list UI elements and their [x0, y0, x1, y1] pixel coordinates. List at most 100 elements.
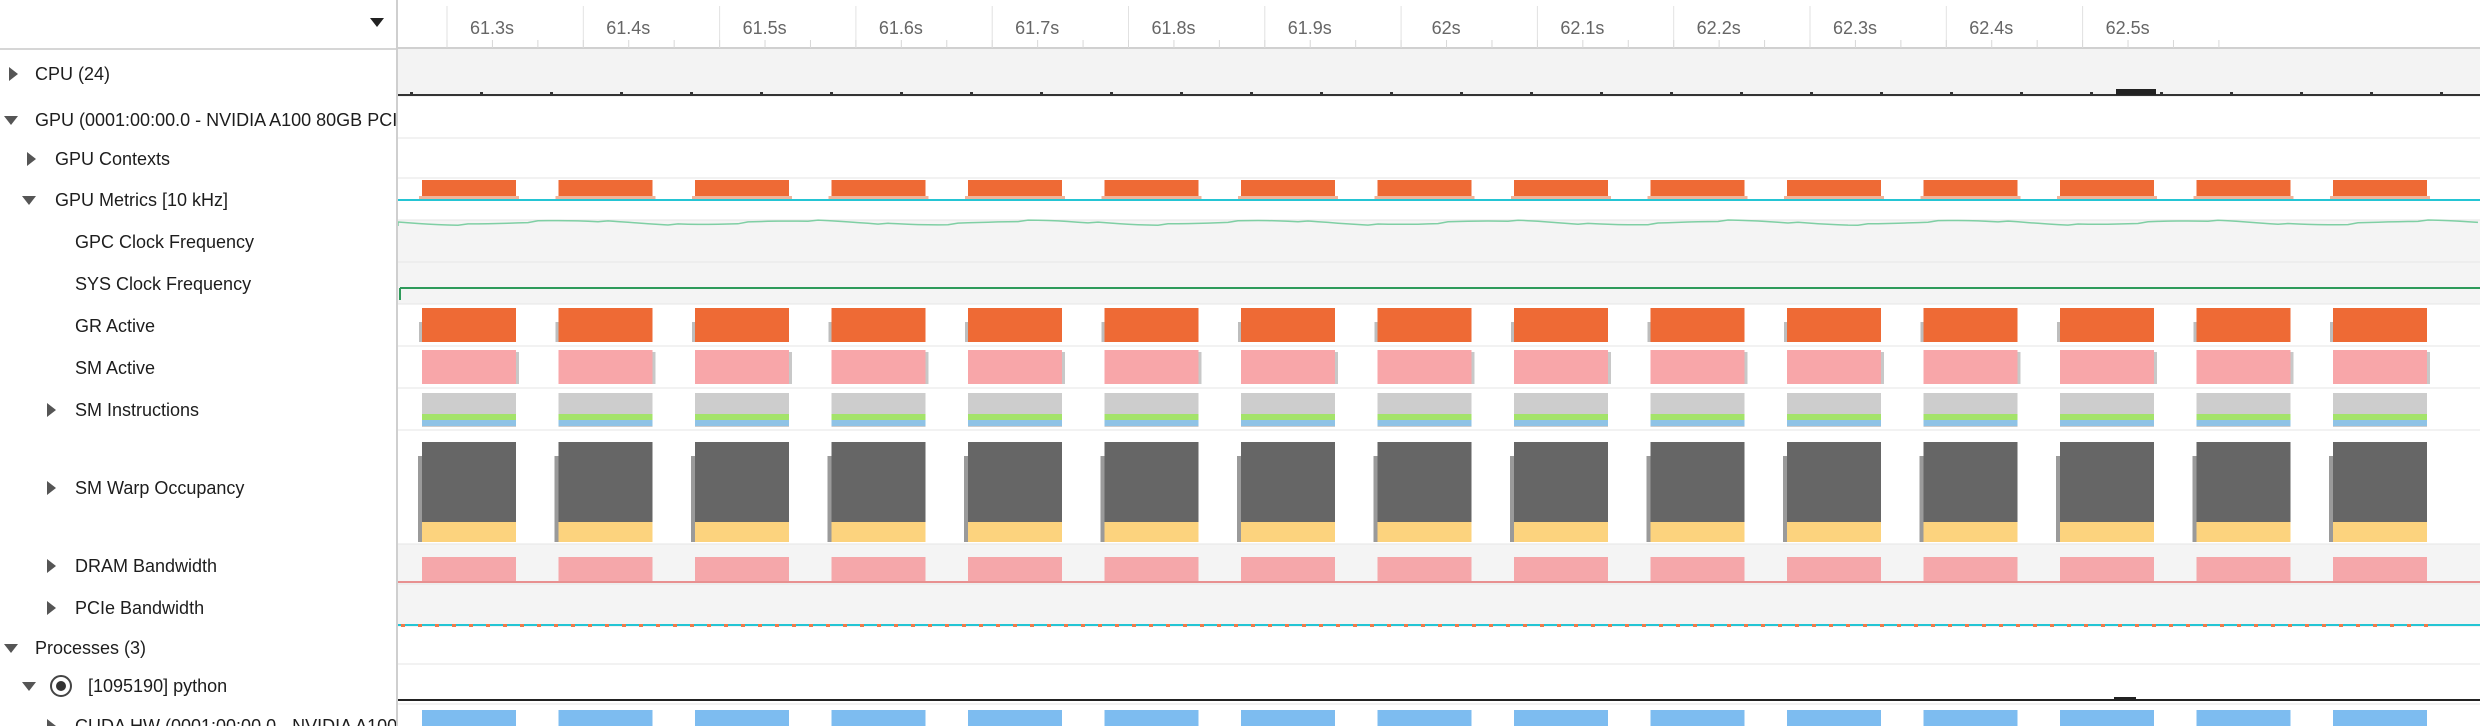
gr-active-bar: [1923, 308, 2018, 342]
lane-background: [398, 220, 2480, 262]
pcie-spike: [2118, 624, 2122, 627]
pcie-spike: [1030, 624, 1034, 627]
collapse-icon[interactable]: [22, 193, 36, 207]
expand-icon[interactable]: [44, 481, 58, 495]
gr-active-edge: [419, 322, 422, 342]
warp-yellow-bar: [1650, 522, 1745, 542]
sm-instr-green: [831, 414, 926, 420]
gr-active-bar: [1787, 308, 1881, 342]
tree-row-gpu[interactable]: GPU (0001:00:00.0 - NVIDIA A100 80GB PCI…: [0, 108, 396, 132]
sm-instr-green: [1923, 414, 2018, 420]
dram-bar: [1787, 557, 1881, 581]
tree-row-gr-active[interactable]: GR Active: [0, 314, 396, 338]
collapse-icon[interactable]: [4, 641, 18, 655]
sm-instr-green: [2060, 414, 2154, 420]
sm-active-bar: [1514, 350, 1608, 384]
gr-overview-edge: [828, 196, 929, 199]
pcie-spike: [1234, 624, 1238, 627]
tree-row-dram[interactable]: DRAM Bandwidth: [0, 554, 396, 578]
cpu-tick: [830, 92, 833, 95]
lane-background: [398, 584, 2480, 626]
tree-row-gpu-contexts[interactable]: GPU Contexts: [0, 147, 396, 171]
pcie-spike: [1676, 624, 1680, 627]
pcie-spike: [1727, 624, 1731, 627]
pcie-spike: [1353, 624, 1357, 627]
tree-label: GPC Clock Frequency: [75, 231, 255, 252]
pcie-spike: [1064, 624, 1068, 627]
sm-instr-blue: [1923, 420, 2018, 426]
tree-row-gpc-clock[interactable]: GPC Clock Frequency: [0, 230, 396, 254]
tree-row-processes[interactable]: Processes (3): [0, 636, 396, 660]
ruler-tick-label: 62.5s: [2106, 18, 2150, 38]
warp-yellow-bar: [968, 522, 1062, 542]
chevron-down-icon[interactable]: [370, 18, 384, 27]
cpu-tick: [1320, 92, 1323, 95]
collapse-icon[interactable]: [4, 113, 18, 127]
expand-icon[interactable]: [6, 67, 20, 81]
sm-active-edge: [1881, 352, 1884, 384]
sm-instr-blue: [1787, 420, 1881, 426]
dram-bar: [1923, 557, 2018, 581]
pcie-spike: [656, 624, 660, 627]
cpu-tick: [1600, 92, 1603, 95]
sm-active-bar: [422, 350, 516, 384]
pcie-spike: [1336, 624, 1340, 627]
warp-yellow-bar: [1923, 522, 2018, 542]
gr-overview-bar: [1787, 180, 1881, 198]
pcie-spike: [1999, 624, 2003, 627]
tree-row-sm-active[interactable]: SM Active: [0, 356, 396, 380]
tree-row-cuda-hw[interactable]: CUDA HW (0001:00:00.0 - NVIDIA A100 80GB…: [0, 714, 396, 726]
pcie-spike: [1506, 624, 1510, 627]
sm-instr-green: [558, 414, 653, 420]
warp-dark-bar: [1104, 442, 1199, 522]
sm-instr-blue: [1377, 420, 1472, 426]
expand-icon[interactable]: [44, 719, 58, 726]
tree-row-sm-instructions[interactable]: SM Instructions: [0, 398, 396, 422]
expand-icon[interactable]: [24, 152, 38, 166]
pcie-spike: [741, 624, 745, 627]
cpu-tick: [1950, 92, 1953, 95]
collapse-icon[interactable]: [22, 679, 36, 693]
warp-dark-bar: [2196, 442, 2291, 522]
pcie-spike: [724, 624, 728, 627]
pcie-spike: [2390, 624, 2394, 627]
process-radio-icon[interactable]: [50, 675, 72, 697]
tree-label: Processes (3): [35, 637, 147, 658]
sm-active-bar: [1650, 350, 1745, 384]
pcie-spike: [1081, 624, 1085, 627]
sm-instr-green: [422, 414, 516, 420]
tree-row-cpu[interactable]: CPU (24): [0, 62, 396, 86]
warp-yellow-bar: [558, 522, 653, 542]
warp-yellow-bar: [1104, 522, 1199, 542]
gr-active-edge: [555, 322, 559, 342]
gr-active-bar: [422, 308, 516, 342]
pcie-spike: [792, 624, 796, 627]
gr-active-edge: [1920, 322, 1924, 342]
tree-row-pcie[interactable]: PCIe Bandwidth: [0, 596, 396, 620]
cpu-tick: [1670, 92, 1673, 95]
warp-yellow-bar: [831, 522, 926, 542]
pcie-spike: [1846, 624, 1850, 627]
sm-active-edge: [2290, 352, 2294, 384]
sm-instr-green: [1787, 414, 1881, 420]
dram-bar: [1650, 557, 1745, 581]
tree-row-gpu-metrics[interactable]: GPU Metrics [10 kHz]: [0, 188, 396, 212]
tree-row-python[interactable]: [1095190] python: [0, 674, 396, 698]
pcie-spike: [639, 624, 643, 627]
pcie-spike: [1489, 624, 1493, 627]
timeline-canvas[interactable]: 61.3s 61.4s 61.5s 61.6s 61.7s 61.8s 61.9s 62s 62…: [398, 0, 2480, 726]
dram-bar: [1104, 557, 1199, 581]
gr-overview-edge: [1511, 196, 1611, 199]
expand-icon[interactable]: [44, 559, 58, 573]
warp-dark-bar: [2060, 442, 2154, 522]
pcie-spike: [1455, 624, 1459, 627]
gr-active-bar: [1377, 308, 1472, 342]
cuda-hw-bar: [2196, 710, 2291, 726]
tree-row-sys-clock[interactable]: SYS Clock Frequency: [0, 272, 396, 296]
sm-active-bar: [2196, 350, 2291, 384]
pcie-spike: [2152, 624, 2156, 627]
expand-icon[interactable]: [44, 601, 58, 615]
timeline-panel[interactable]: 61.3s 61.4s 61.5s 61.6s 61.7s 61.8s 61.9s 62s 62…: [398, 0, 2480, 726]
expand-icon[interactable]: [44, 403, 58, 417]
tree-row-sm-warp[interactable]: SM Warp Occupancy: [0, 476, 396, 500]
